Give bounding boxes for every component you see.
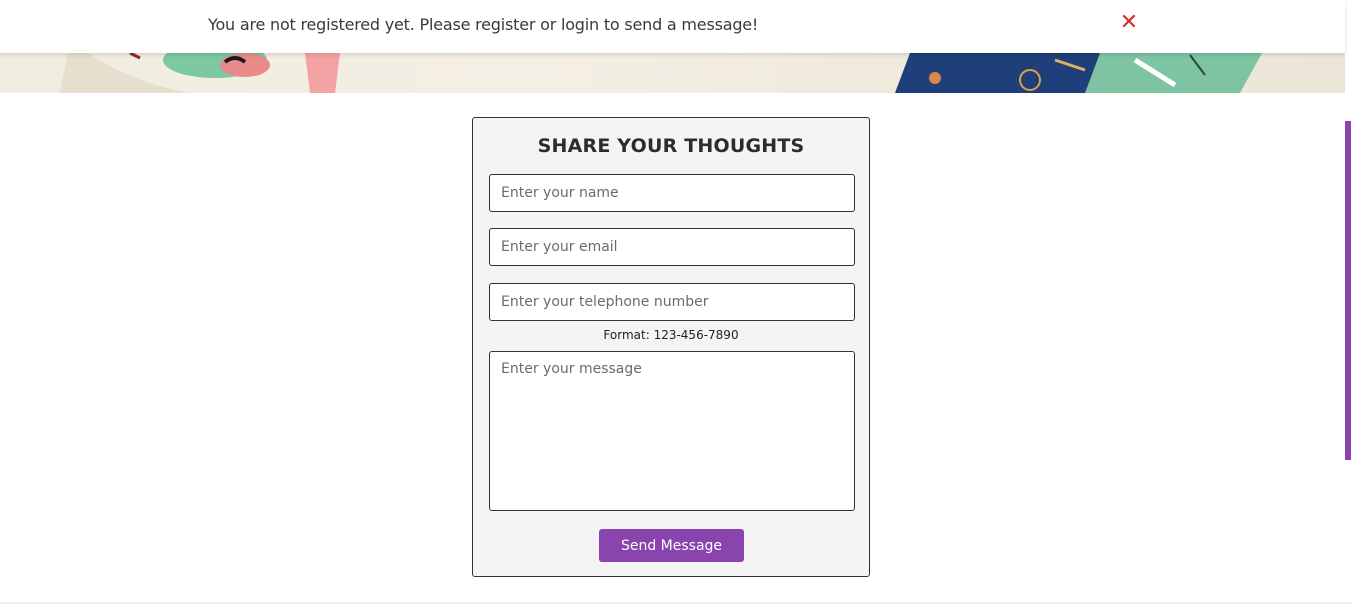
email-input[interactable] [489, 228, 855, 266]
send-message-button[interactable]: Send Message [599, 529, 744, 562]
footer-divider [0, 602, 1351, 604]
book-cover-blue [895, 53, 1120, 93]
close-icon[interactable]: ✕ [1119, 12, 1139, 34]
book-flower [929, 72, 941, 84]
notice-text: You are not registered yet. Please regis… [208, 15, 759, 34]
hero-ribbon [305, 53, 340, 93]
hero-mark [129, 51, 141, 60]
hero-petal [220, 53, 270, 77]
message-textarea[interactable] [489, 351, 855, 511]
name-input[interactable] [489, 174, 855, 212]
form-title: SHARE YOUR THOUGHTS [537, 135, 805, 157]
phone-input[interactable] [489, 283, 855, 321]
registration-notice: You are not registered yet. Please regis… [0, 0, 1345, 53]
contact-form: SHARE YOUR THOUGHTS Format: 123-456-7890… [472, 117, 870, 577]
side-accent-bar [1345, 121, 1351, 460]
phone-format-hint: Format: 123-456-7890 [603, 328, 739, 342]
